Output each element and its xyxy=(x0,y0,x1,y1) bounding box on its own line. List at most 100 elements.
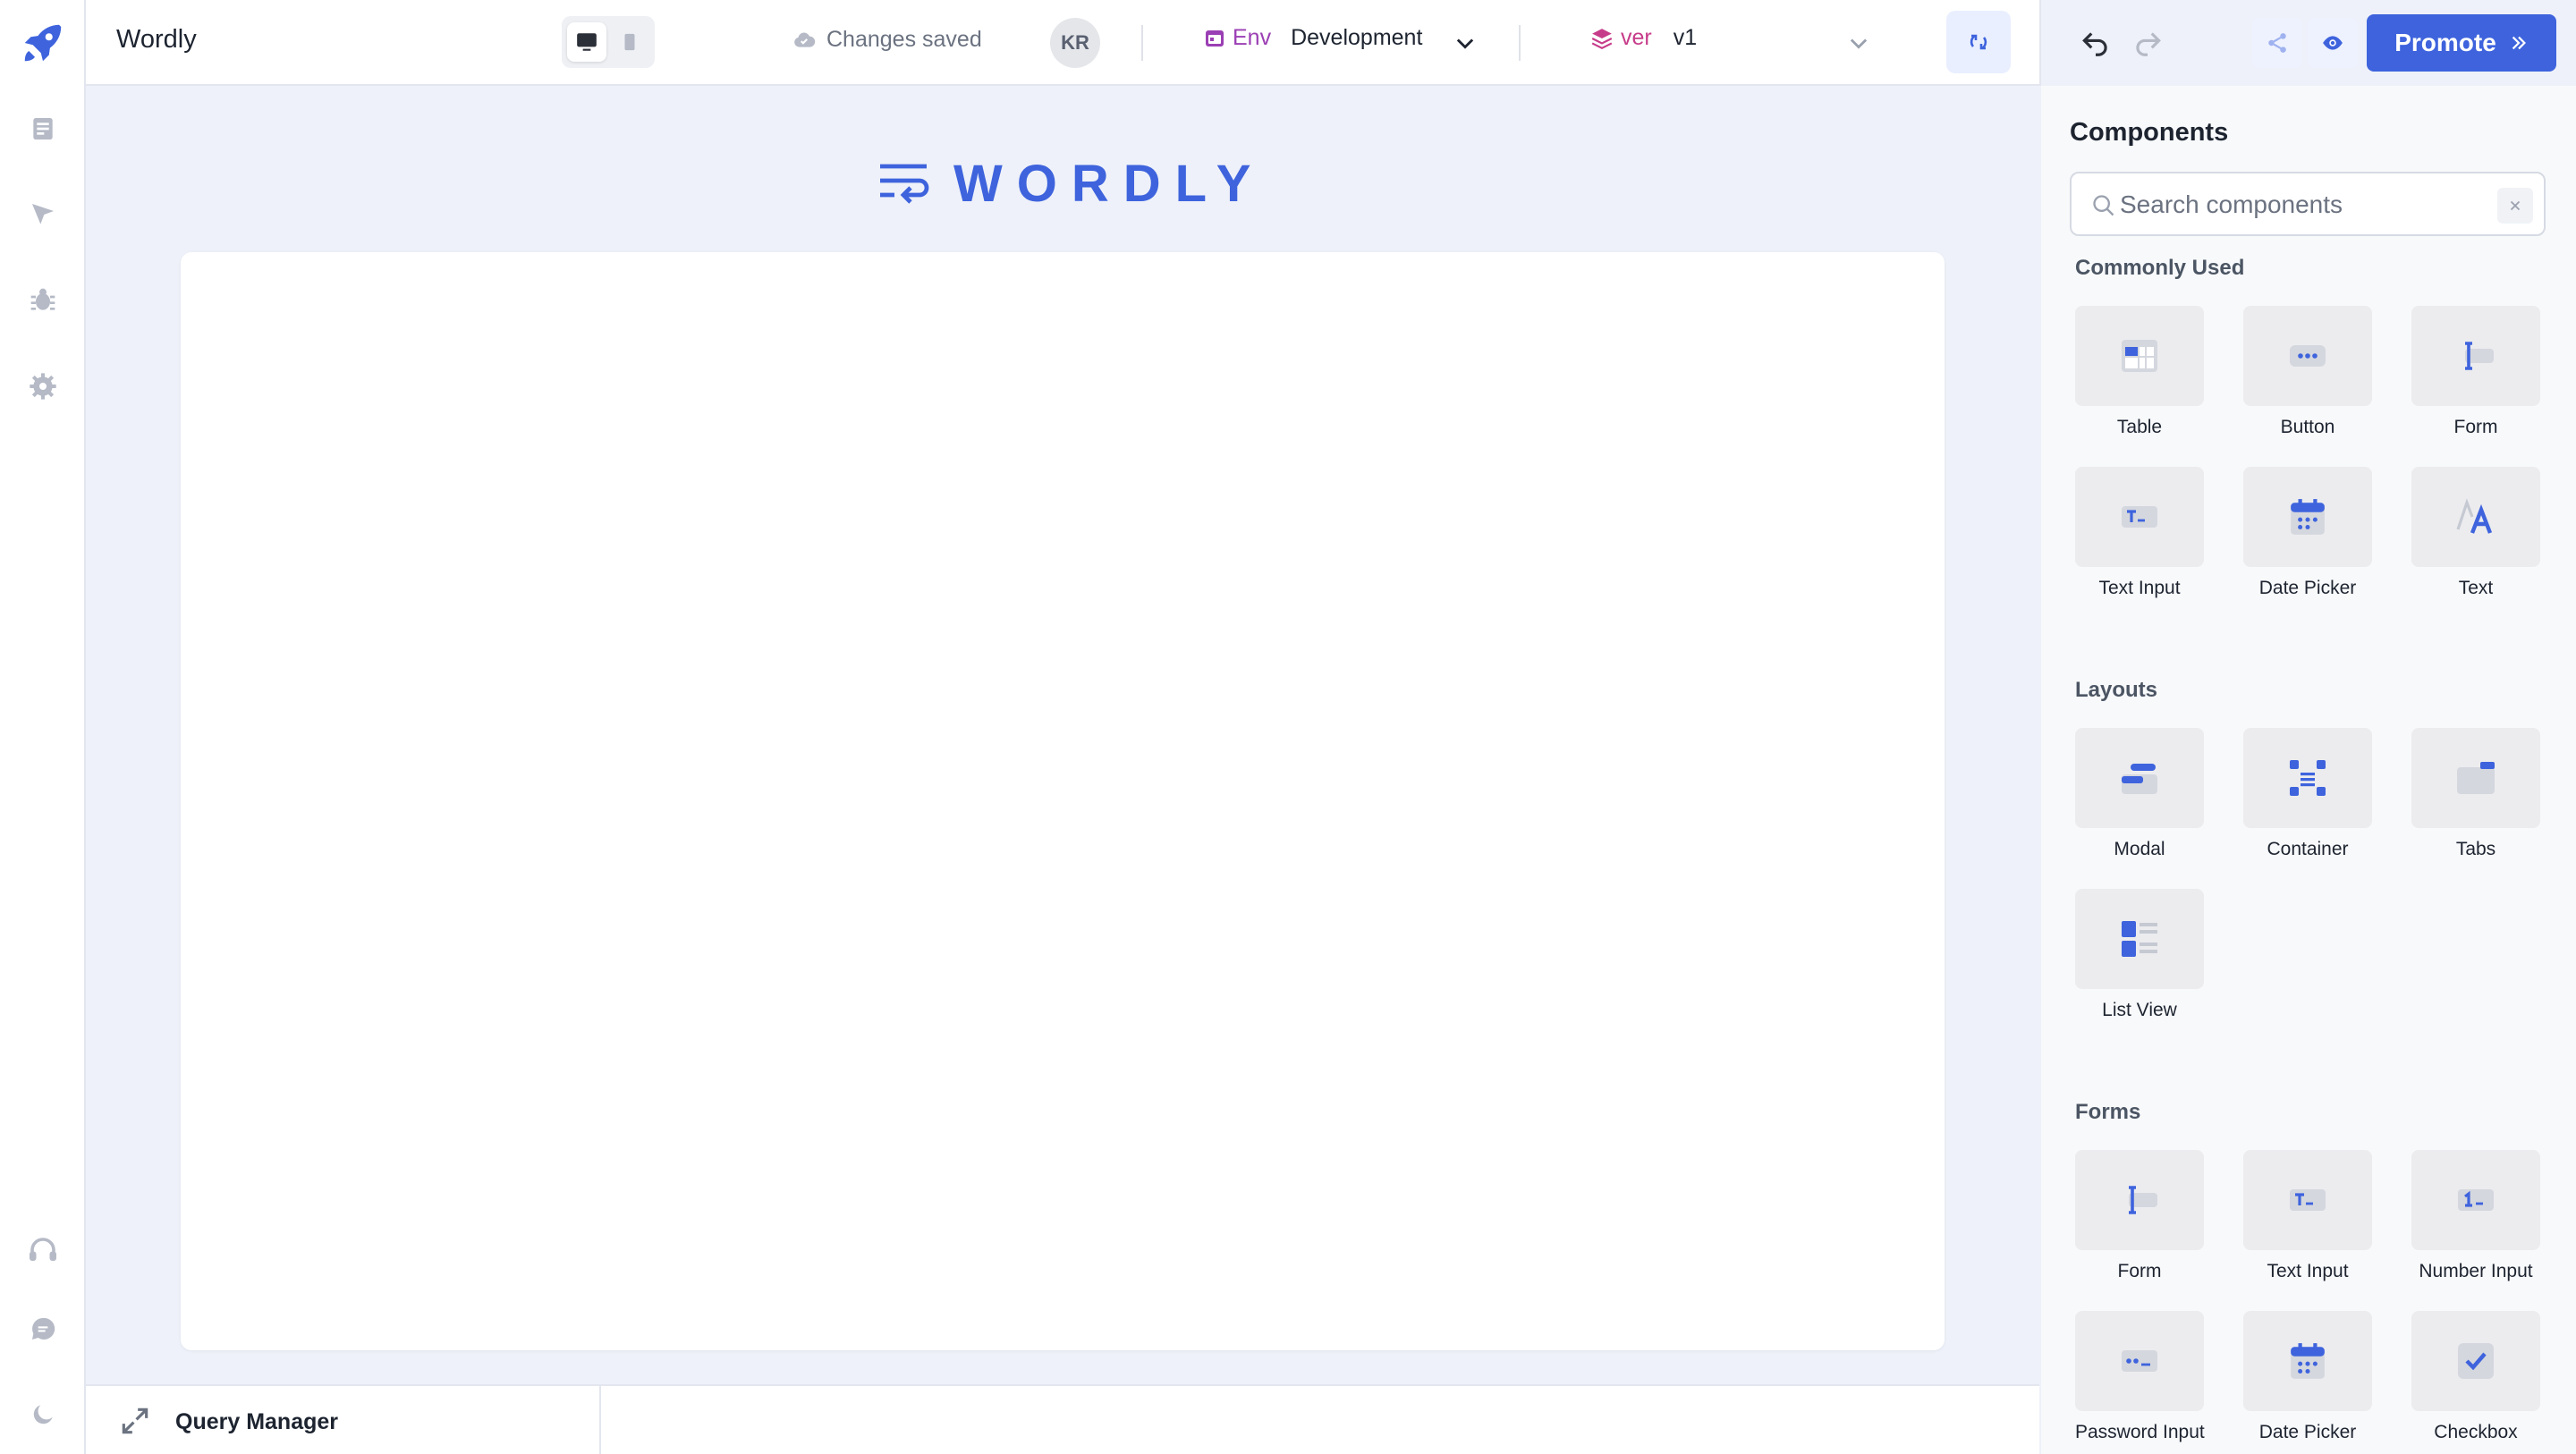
desktop-icon xyxy=(577,33,597,51)
env-tag: Env xyxy=(1204,25,1271,51)
avatar[interactable]: KR xyxy=(1050,18,1100,68)
component-label: List View xyxy=(2102,1000,2177,1020)
rocket-logo-icon[interactable] xyxy=(16,16,70,70)
left-rail xyxy=(0,0,86,1454)
search-icon xyxy=(2093,195,2114,216)
component-list-view[interactable]: List View xyxy=(2075,889,2204,1021)
component-label: Text Input xyxy=(2098,578,2181,598)
tabs-icon xyxy=(2457,762,2495,794)
component-label: Modal xyxy=(2114,839,2165,859)
preview-button[interactable] xyxy=(2308,18,2358,68)
component-search xyxy=(2070,172,2546,236)
desktop-view-button[interactable] xyxy=(567,22,606,62)
settings-gear-icon[interactable] xyxy=(21,365,64,408)
version-label: ver xyxy=(1621,25,1652,50)
component-container[interactable]: Container xyxy=(2243,728,2372,860)
app-name[interactable]: Wordly xyxy=(116,25,197,55)
container-icon xyxy=(2290,760,2326,796)
component-modal[interactable]: Modal xyxy=(2075,728,2204,860)
component-text-input[interactable]: Text Input xyxy=(2243,1150,2372,1282)
brand-header: WORDLY xyxy=(877,154,1265,214)
query-manager-label[interactable]: Query Manager xyxy=(175,1409,338,1435)
support-headset-icon[interactable] xyxy=(21,1229,64,1272)
env-value: Development xyxy=(1291,25,1423,50)
mobile-view-button[interactable] xyxy=(610,22,649,62)
component-table[interactable]: Table xyxy=(2075,306,2204,438)
promote-button[interactable]: Promote xyxy=(2367,14,2556,72)
component-date-picker[interactable]: Date Picker xyxy=(2243,1311,2372,1443)
checkbox-icon xyxy=(2458,1343,2494,1379)
form-icon xyxy=(2129,1186,2157,1214)
redo-icon[interactable] xyxy=(2131,25,2165,63)
number-input-icon xyxy=(2458,1189,2494,1211)
component-checkbox[interactable]: Checkbox xyxy=(2411,1311,2540,1443)
dark-mode-moon-icon[interactable] xyxy=(21,1393,64,1436)
calendar-icon xyxy=(2291,1343,2325,1379)
env-chevron-down-icon[interactable] xyxy=(1453,30,1478,60)
component-text-input[interactable]: Text Input xyxy=(2075,467,2204,599)
mobile-icon xyxy=(624,33,635,51)
sync-icon xyxy=(1970,34,1987,50)
debugger-bug-icon[interactable] xyxy=(21,279,64,322)
version-selector[interactable]: ver v1 xyxy=(1590,25,1697,51)
component-form[interactable]: Form xyxy=(2075,1150,2204,1282)
component-label: Checkbox xyxy=(2434,1422,2518,1442)
app-builder: Wordly Changes saved KR Env Development xyxy=(0,0,2576,1454)
share-button[interactable] xyxy=(2252,18,2302,68)
text-input-icon xyxy=(2290,1189,2326,1211)
divider xyxy=(1519,25,1521,61)
component-label: Date Picker xyxy=(2258,578,2357,598)
undo-icon[interactable] xyxy=(2079,25,2113,63)
component-password-input[interactable]: Password Input xyxy=(2075,1311,2205,1443)
save-status-text: Changes saved xyxy=(826,27,982,52)
calendar-icon xyxy=(2291,499,2325,535)
table-icon xyxy=(2122,340,2157,372)
inspector-icon[interactable] xyxy=(21,193,64,236)
component-date-picker[interactable]: Date Picker xyxy=(2243,467,2372,599)
password-input-icon xyxy=(2122,1350,2157,1372)
component-label: Form xyxy=(2117,1261,2162,1281)
clear-search-button[interactable] xyxy=(2497,188,2533,224)
component-label: Table xyxy=(2116,417,2163,437)
pages-icon[interactable] xyxy=(21,107,64,150)
component-button[interactable]: Button xyxy=(2243,306,2372,438)
search-input[interactable] xyxy=(2120,186,2496,224)
component-form[interactable]: Form xyxy=(2411,306,2540,438)
version-chevron-down-icon[interactable] xyxy=(1846,30,1871,60)
divider xyxy=(1141,25,1143,61)
component-text[interactable]: Text xyxy=(2411,467,2540,599)
section-title-commonly-used: Commonly Used xyxy=(2075,256,2245,280)
component-label: Text Input xyxy=(2267,1261,2349,1281)
form-icon xyxy=(2465,342,2494,370)
button-icon xyxy=(2290,345,2326,367)
brand-text: WORDLY xyxy=(953,155,1266,213)
save-status: Changes saved xyxy=(792,27,982,53)
double-chevron-right-icon xyxy=(2512,36,2526,50)
layers-icon xyxy=(1591,28,1613,49)
component-label: Button xyxy=(2280,417,2335,437)
canvas-area: WORDLY xyxy=(86,86,2039,1384)
version-value: v1 xyxy=(1673,25,1698,50)
canvas-page[interactable] xyxy=(181,252,1945,1350)
component-number-input[interactable]: Number Input xyxy=(2411,1150,2540,1282)
list-view-icon xyxy=(2122,921,2157,957)
query-manager-bar: Query Manager xyxy=(86,1384,2039,1454)
component-label: Container xyxy=(2267,839,2349,859)
version-tag: ver xyxy=(1590,25,1652,51)
sync-button[interactable] xyxy=(1946,11,2011,73)
chat-bubble-icon[interactable] xyxy=(21,1307,64,1350)
component-label: Text xyxy=(2458,578,2494,598)
share-icon xyxy=(2268,33,2286,53)
eye-icon xyxy=(2323,36,2343,50)
component-tabs[interactable]: Tabs xyxy=(2411,728,2540,860)
cloud-check-icon xyxy=(794,32,816,47)
modal-icon xyxy=(2122,764,2157,794)
environment-selector[interactable]: Env Development xyxy=(1204,25,1422,51)
env-label: Env xyxy=(1233,25,1272,50)
promote-label: Promote xyxy=(2394,29,2496,56)
component-label: Number Input xyxy=(2419,1261,2533,1281)
expand-icon[interactable] xyxy=(118,1404,152,1442)
environment-icon xyxy=(1206,30,1224,46)
device-toggle xyxy=(562,16,655,68)
component-label: Date Picker xyxy=(2258,1422,2357,1442)
